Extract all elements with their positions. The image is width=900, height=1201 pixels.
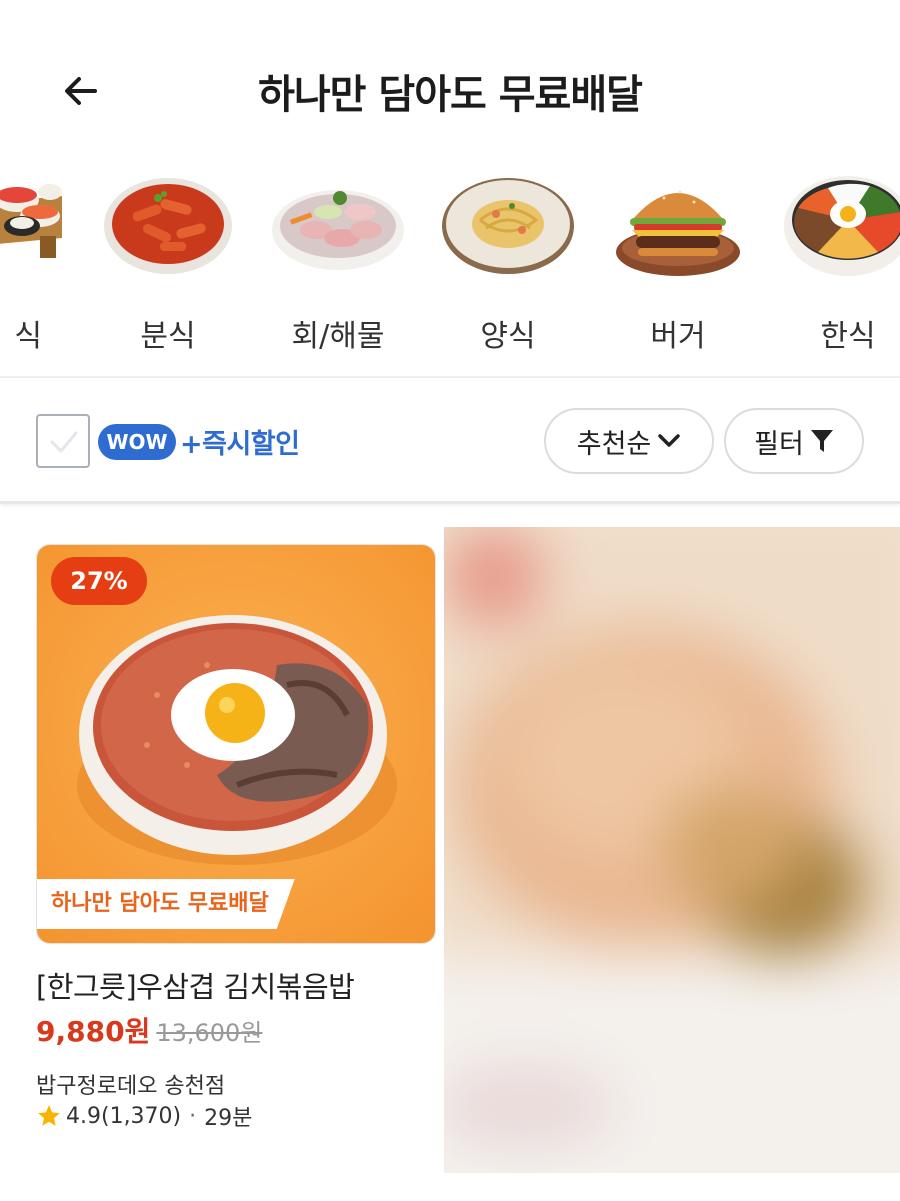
free-delivery-tag: 하나만 담아도 무료배달 — [37, 879, 295, 929]
sort-button[interactable]: 추천순 — [544, 408, 714, 474]
bibimbap-icon — [784, 176, 900, 276]
instant-discount-label[interactable]: +즉시할인 — [180, 422, 300, 461]
check-icon — [50, 431, 78, 453]
category-strip[interactable]: 식 분식 회/해물 양식 버거 한식 — [0, 168, 900, 373]
category-item-sushi[interactable]: 식 — [0, 168, 62, 368]
category-item-western[interactable]: 양식 — [438, 168, 578, 368]
price-row: 9,880원 13,600원 — [36, 1010, 262, 1050]
store-name: 밥구정로데오 송천점 — [36, 1074, 226, 1099]
wow-badge: WOW — [98, 424, 176, 460]
page-title: 하나만 담아도 무료배달 — [258, 72, 643, 118]
pasta-icon — [442, 178, 574, 274]
blurred-product-image — [444, 527, 900, 1173]
sort-label: 추천순 — [576, 428, 652, 460]
category-item-burger[interactable]: 버거 — [608, 168, 748, 368]
discount-badge: 27% — [51, 557, 147, 605]
funnel-icon — [810, 428, 834, 454]
blurred-product-card[interactable] — [444, 527, 900, 1173]
category-item-korean[interactable]: 한식 — [778, 168, 900, 368]
separator: · — [189, 1103, 197, 1129]
category-label: 분식 — [140, 319, 196, 354]
category-label: 회/해물 — [291, 319, 385, 354]
category-label: 한식 — [820, 319, 876, 354]
rating-row: 4.9(1,370) · 29분 — [36, 1100, 252, 1132]
chevron-down-icon — [657, 433, 681, 449]
category-label: 식 — [14, 319, 42, 354]
category-label: 양식 — [480, 319, 536, 354]
filter-bar: WOW +즉시할인 추천순 필터 — [0, 378, 900, 504]
sashimi-icon — [272, 190, 404, 270]
sale-price: 9,880원 — [36, 1015, 151, 1048]
product-card[interactable]: 27% 하나만 담아도 무료배달 [한그릇]우삼겹 김치볶음밥 9,880원 13… — [36, 544, 436, 1131]
category-item-seafood[interactable]: 회/해물 — [268, 168, 408, 368]
tteokbokki-icon — [104, 178, 232, 274]
filter-button[interactable]: 필터 — [724, 408, 864, 474]
sushi-icon — [0, 184, 62, 258]
category-item-bunsik[interactable]: 분식 — [98, 168, 238, 368]
wow-discount-checkbox[interactable] — [36, 414, 90, 468]
rating-value: 4.9(1,370) — [66, 1103, 182, 1129]
product-name: [한그릇]우삼겹 김치볶음밥 — [36, 970, 355, 1004]
original-price: 13,600원 — [156, 1019, 263, 1047]
delivery-time: 29분 — [204, 1106, 253, 1131]
filter-label: 필터 — [754, 428, 804, 460]
product-image: 27% 하나만 담아도 무료배달 — [36, 544, 436, 944]
category-label: 버거 — [650, 319, 706, 354]
header: 하나만 담아도 무료배달 — [0, 0, 900, 170]
star-icon — [36, 1103, 62, 1129]
burger-icon — [616, 190, 740, 276]
